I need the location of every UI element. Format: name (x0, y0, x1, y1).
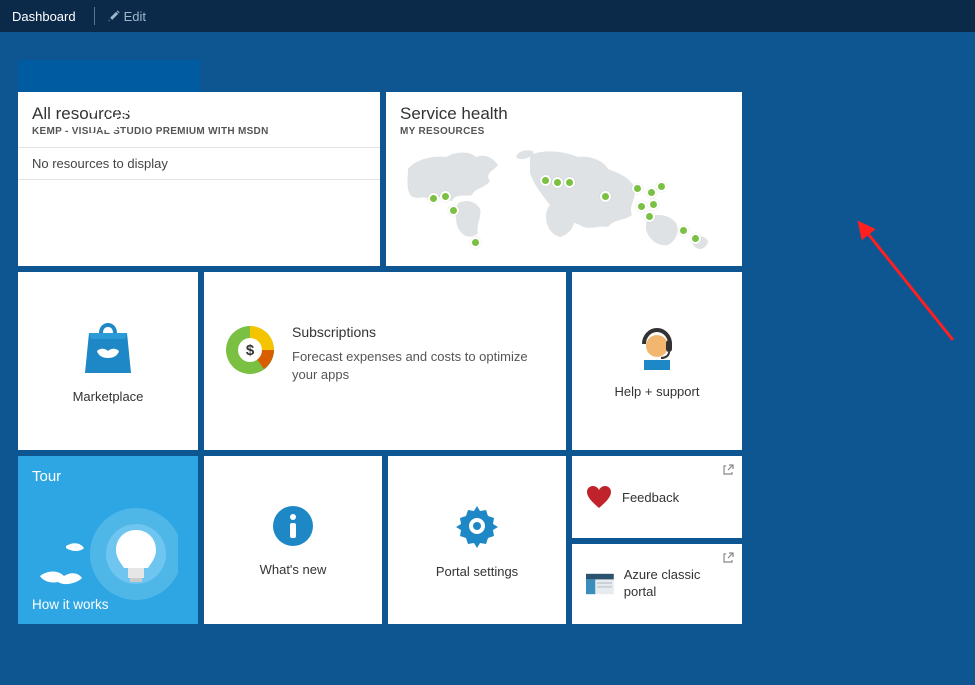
status-dot (600, 191, 611, 202)
help-support-tile[interactable]: Help + support (572, 272, 742, 450)
heart-icon (586, 485, 612, 509)
status-dot (632, 183, 643, 194)
all-resources-subtitle: KEMP - VISUAL STUDIO PREMIUM WITH MSDN (32, 126, 366, 137)
marketplace-tile[interactable]: Marketplace (18, 272, 198, 450)
dashboard: All resources KEMP - VISUAL STUDIO PREMI… (0, 32, 975, 230)
help-label: Help + support (615, 384, 700, 399)
status-dot (648, 199, 659, 210)
whats-new-label: What's new (260, 562, 327, 577)
status-dot (448, 205, 459, 216)
topbar: Dashboard Edit (0, 0, 975, 32)
status-dot (470, 237, 481, 248)
subscriptions-tile[interactable]: $ Subscriptions Forecast expenses and co… (204, 272, 566, 450)
classic-portal-label: Azure classic portal (624, 567, 728, 601)
status-dot (540, 175, 551, 186)
page-title: Dashboard (12, 9, 76, 24)
world-map (400, 147, 728, 255)
marketplace-label: Marketplace (73, 389, 144, 404)
feedback-tile[interactable]: Feedback (572, 456, 742, 538)
gear-icon (453, 502, 501, 550)
status-dot (656, 181, 667, 192)
classic-portal-icon (586, 573, 614, 595)
subscriptions-title: Subscriptions (292, 324, 542, 340)
portal-settings-tile[interactable]: Portal settings (388, 456, 566, 624)
separator (94, 7, 95, 25)
status-dot (646, 187, 657, 198)
shopping-bag-icon (83, 319, 133, 375)
status-dot (440, 191, 451, 202)
headset-person-icon (634, 324, 680, 370)
all-resources-empty: No resources to display (18, 147, 380, 180)
service-health-title: Service health (400, 104, 728, 124)
pencil-icon (107, 10, 120, 23)
feedback-label: Feedback (622, 490, 679, 505)
service-health-subtitle: MY RESOURCES (400, 126, 728, 137)
map-svg (400, 147, 728, 255)
service-health-tile[interactable]: Service health MY RESOURCES (386, 92, 742, 266)
whats-new-tile[interactable]: What's new (204, 456, 382, 624)
subscriptions-desc: Forecast expenses and costs to optimize … (292, 348, 542, 384)
info-icon (271, 504, 315, 548)
edit-button[interactable]: Edit (107, 9, 146, 24)
status-dot (636, 201, 647, 212)
status-dot (428, 193, 439, 204)
deploy-progress-icon (84, 103, 134, 143)
annotation-arrow (853, 220, 963, 350)
all-resources-title: All resources (32, 104, 366, 124)
svg-text:$: $ (246, 342, 255, 359)
external-link-icon (722, 464, 734, 476)
tour-title: Tour (32, 468, 184, 485)
status-dot (678, 225, 689, 236)
portal-settings-label: Portal settings (436, 564, 518, 579)
edit-label: Edit (124, 9, 146, 24)
all-resources-tile[interactable]: All resources KEMP - VISUAL STUDIO PREMI… (18, 92, 380, 266)
classic-portal-tile[interactable]: Azure classic portal (572, 544, 742, 624)
dollar-donut-icon: $ (224, 324, 276, 376)
status-dot (552, 177, 563, 188)
status-dot (564, 177, 575, 188)
tour-tile[interactable]: Tour How it works (18, 456, 198, 624)
tour-bottom: How it works (32, 597, 109, 612)
status-dot (690, 233, 701, 244)
external-link-icon (722, 552, 734, 564)
status-dot (644, 211, 655, 222)
